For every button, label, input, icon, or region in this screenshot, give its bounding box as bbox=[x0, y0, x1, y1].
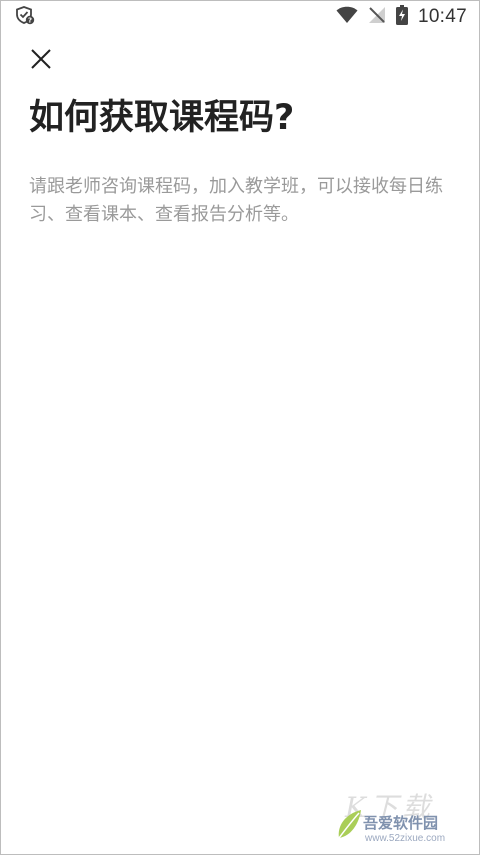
svg-text:?: ? bbox=[28, 17, 32, 25]
shield-notification-icon: ? bbox=[15, 5, 35, 29]
status-bar-right: 10:47 bbox=[336, 5, 479, 29]
watermark-name: 吾爱软件园 bbox=[363, 814, 439, 832]
close-button[interactable] bbox=[21, 41, 61, 81]
watermark-url: www.52zixue.com bbox=[365, 833, 446, 844]
status-bar-left: ? bbox=[1, 5, 35, 29]
watermark: K下载 吾爱软件园 www.52zixue.com bbox=[333, 790, 473, 850]
no-signal-icon bbox=[368, 6, 386, 28]
wifi-icon bbox=[336, 6, 358, 28]
description-text: 请跟老师咨询课程码，加入教学班，可以接收每日练习、查看课本、查看报告分析等。 bbox=[29, 176, 443, 225]
page-title: 如何获取课程码? bbox=[29, 98, 295, 138]
watermark-leaf-icon bbox=[335, 808, 363, 846]
close-icon bbox=[29, 47, 53, 75]
battery-charging-icon bbox=[395, 5, 408, 29]
status-bar: ? 10:47 bbox=[1, 1, 479, 33]
status-time: 10:47 bbox=[417, 6, 467, 27]
screen: ? 10:47 如何获取课程码? 请跟老师咨询课程码，加入教学班，可以接收每日练… bbox=[0, 0, 480, 855]
